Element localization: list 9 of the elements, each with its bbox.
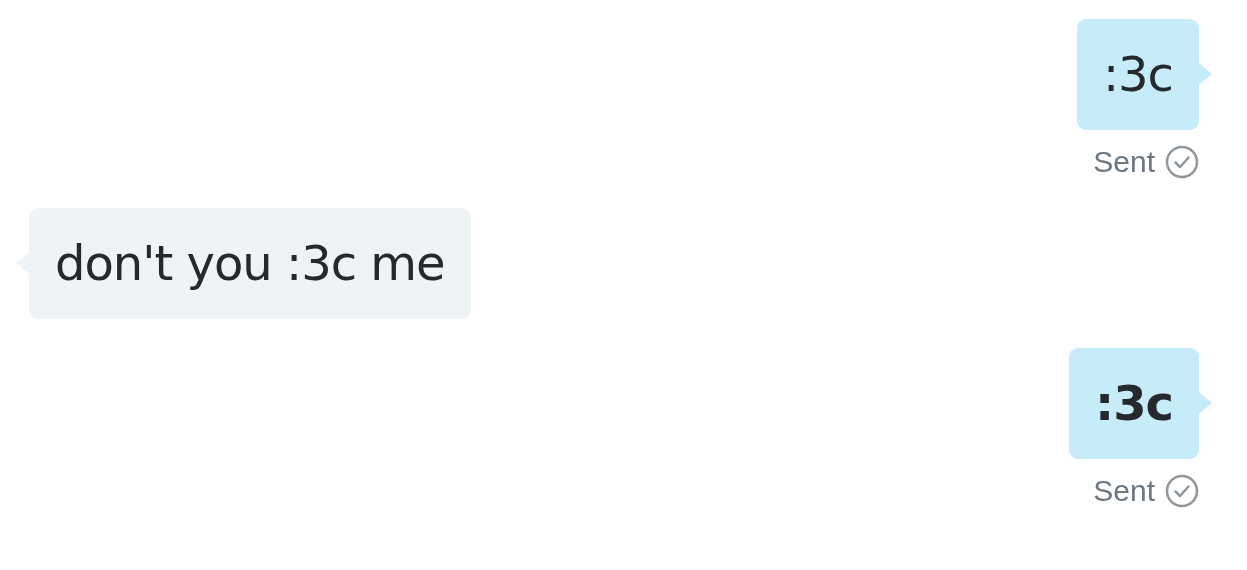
bubble-tail [1199,392,1212,414]
check-circle-icon [1165,474,1199,508]
message-bubble: don't you :3c me [29,208,471,319]
message-bubble: :3c [1068,348,1199,459]
status-label: Sent [1093,474,1155,508]
status-label: Sent [1093,145,1155,179]
check-circle-icon [1165,145,1199,179]
bubble-tail [1199,63,1212,85]
message-bubble: :3c [1076,19,1199,130]
